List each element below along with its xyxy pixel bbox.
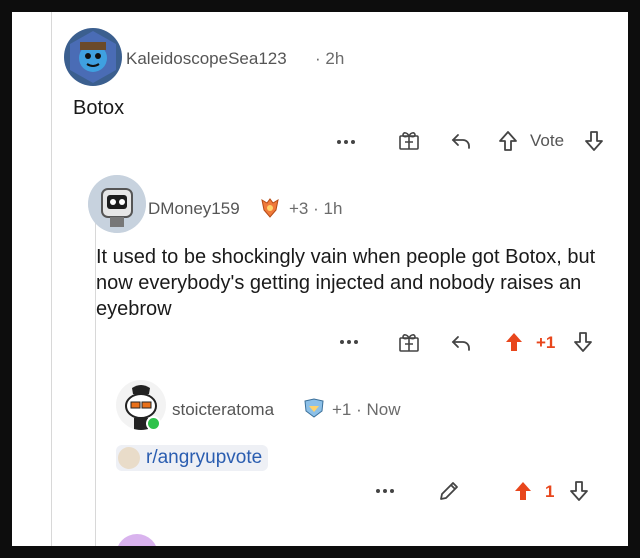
- comment-meta: · 2h: [315, 49, 345, 68]
- downvote-icon[interactable]: [580, 127, 608, 155]
- achievement-badge-icon[interactable]: [300, 394, 328, 422]
- username[interactable]: KaleidoscopeSea123: [126, 49, 287, 69]
- comment-score: 1: [545, 482, 555, 501]
- downvote-icon[interactable]: [565, 477, 593, 505]
- avatar[interactable]: [116, 534, 158, 546]
- vote-label: Vote: [530, 131, 565, 150]
- username[interactable]: DMoney159: [148, 199, 240, 219]
- avatar[interactable]: [64, 28, 122, 86]
- comment-thread: KaleidoscopeSea123 · 2h Botox Vote DMone…: [12, 12, 628, 546]
- subreddit-link-text[interactable]: r/angryupvote: [146, 447, 262, 469]
- online-status-indicator: [146, 416, 161, 431]
- comment-score: +1: [536, 333, 556, 352]
- more-icon[interactable]: [334, 130, 358, 154]
- achievement-badge-icon[interactable]: [256, 194, 284, 222]
- upvote-icon[interactable]: [494, 127, 522, 155]
- avatar[interactable]: [88, 175, 146, 233]
- award-icon[interactable]: [395, 126, 423, 154]
- award-icon[interactable]: [395, 328, 423, 356]
- more-icon[interactable]: [373, 479, 397, 503]
- upvote-icon[interactable]: [500, 328, 528, 356]
- reply-icon[interactable]: [448, 330, 474, 356]
- username[interactable]: stoicteratoma: [172, 400, 274, 420]
- comment-body: Botox: [73, 97, 125, 119]
- downvote-icon[interactable]: [569, 328, 597, 356]
- more-icon[interactable]: [337, 330, 361, 354]
- upvote-icon[interactable]: [509, 477, 537, 505]
- reply-icon[interactable]: [448, 128, 474, 154]
- comment-meta: +3 · 1h: [289, 199, 343, 218]
- thread-line[interactable]: [51, 12, 52, 546]
- comment-meta: +1 · Now: [332, 400, 401, 419]
- comment-body: It used to be shockingly vain when peopl…: [96, 246, 596, 320]
- subreddit-link[interactable]: r/angryupvote: [116, 445, 269, 471]
- edit-icon[interactable]: [435, 477, 463, 505]
- subreddit-avatar: [118, 447, 140, 469]
